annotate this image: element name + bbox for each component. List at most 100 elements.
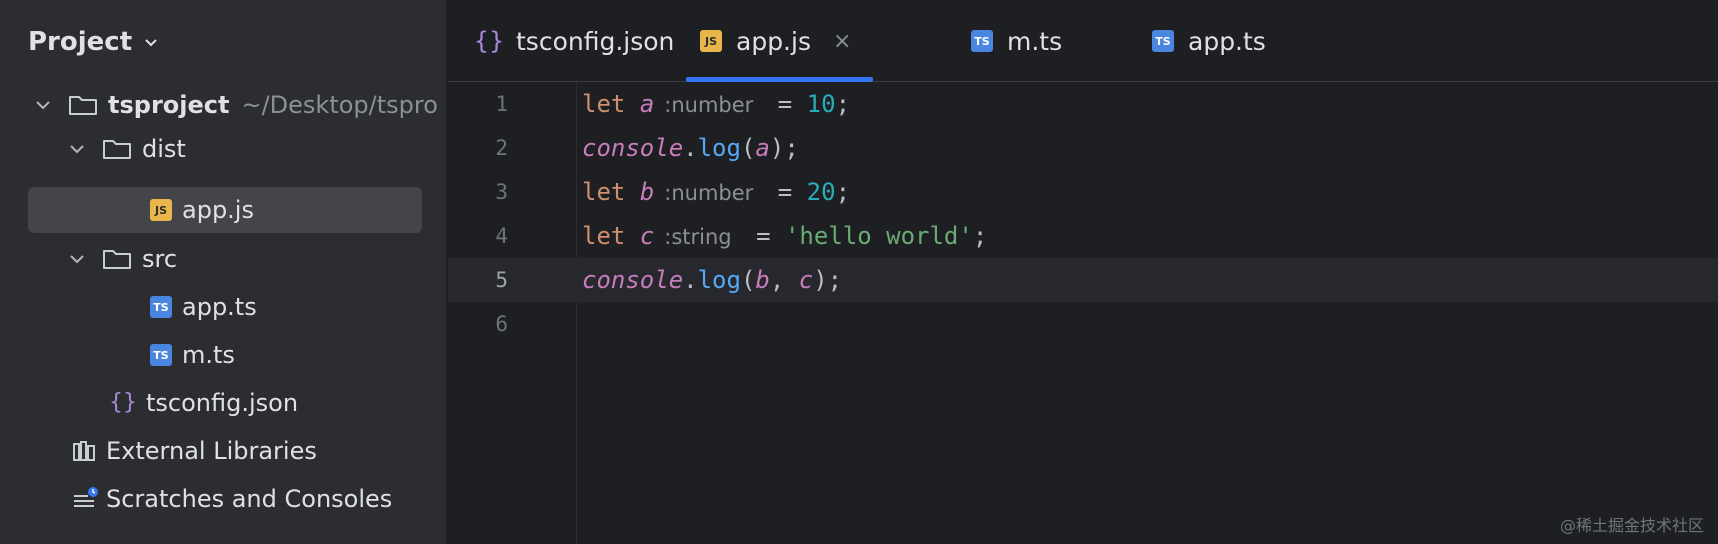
line-number: 2 [495,136,508,160]
keyword-let: let [582,90,626,118]
panel-title: Project [28,27,133,57]
tree-item-label: Scratches and Consoles [106,485,393,513]
chevron-down-icon[interactable] [66,248,88,270]
tab-app-ts[interactable]: TS app.ts [1152,0,1266,82]
tree-item-scratches[interactable]: Scratches and Consoles [0,477,447,521]
code-area[interactable]: 1 let a:number = 10; 2 console.log(a); 3… [448,82,1718,544]
line-number: 4 [495,224,508,248]
code-line[interactable]: 4 let c :string = 'hello world'; [448,214,1718,258]
identifier: b [639,178,655,206]
code-text: let b :number = 20; [582,170,850,214]
editor-tab-bar: {} tsconfig.json JS app.js × TS m.ts TS … [448,0,1718,82]
function-call: log [697,266,741,294]
tree-item-label: dist [142,135,186,163]
number-literal: 10 [806,90,836,118]
folder-icon [103,250,131,269]
tree-item-label: app.ts [182,293,257,321]
tree-item-tsconfig[interactable]: {} tsconfig.json [0,381,447,425]
code-line[interactable]: 1 let a :number = 10; [448,82,1718,126]
identifier: b [755,266,770,294]
tab-label: m.ts [1007,26,1063,56]
tree-item-label: tsproject [108,91,230,119]
js-file-icon: JS [150,199,172,221]
chevron-down-icon[interactable] [66,138,88,160]
keyword-let: let [582,222,626,250]
line-number: 5 [495,268,508,292]
tree-item-app-ts[interactable]: TS app.ts [0,285,447,329]
type-hint: :number [664,181,754,205]
object-console: console [582,134,684,162]
operator: = [763,178,807,206]
tree-item-label: tsconfig.json [146,389,299,417]
punctuation: , [769,266,799,294]
type-hint: :number [664,93,754,117]
number-literal: 20 [806,178,836,206]
tree-item-tsproject[interactable]: tsproject ~/Desktop/tspro [0,83,447,127]
operator: = [741,222,785,250]
tree-item-label: src [142,245,178,273]
tree-item-m-ts[interactable]: TS m.ts [0,333,447,377]
tree-item-app-js[interactable]: JS app.js [0,187,447,233]
tab-app-js[interactable]: JS app.js × [686,0,874,82]
code-line[interactable]: 3 let b :number = 20; [448,170,1718,214]
line-number: 1 [495,92,508,116]
identifier: a [639,90,655,118]
watermark-text: @稀土掘金技术社区 [1559,516,1704,535]
code-line[interactable]: 2 console.log(a); [448,126,1718,170]
tree-item-external-libraries[interactable]: External Libraries [0,429,447,473]
line-number: 6 [495,312,508,336]
folder-icon [103,140,131,159]
tree-item-src[interactable]: src [0,237,447,281]
punctuation: . [683,266,698,294]
punctuation: ); [769,134,799,162]
punctuation: ; [972,222,988,250]
close-icon[interactable]: × [833,29,851,54]
code-text: let c :string = 'hello world'; [582,214,987,258]
ts-file-icon: TS [150,296,172,318]
punctuation: ; [835,178,851,206]
object-console: console [582,266,684,294]
project-view-selector[interactable]: Project [28,22,160,62]
tab-label: app.js [736,26,811,56]
code-line[interactable]: 6 [448,302,1718,346]
line-number: 3 [495,180,508,204]
ts-file-icon: TS [1152,30,1174,52]
tab-tsconfig-json[interactable]: {} tsconfig.json [473,0,675,82]
punctuation: ); [813,266,843,294]
folder-icon [69,96,97,115]
chevron-down-icon [145,39,157,47]
identifier: c [639,222,655,250]
punctuation: ; [835,90,851,118]
js-file-icon: JS [700,30,722,52]
project-panel: Project tsproject ~/Desktop/tspro dist J… [0,0,447,544]
identifier: a [755,134,770,162]
tab-m-ts[interactable]: TS m.ts [971,0,1062,82]
tree-item-label: m.ts [182,341,235,369]
tree-item-label: app.js [182,196,254,224]
punctuation: ( [740,266,756,294]
ts-file-icon: TS [971,30,993,52]
type-hint: :string [664,225,732,249]
code-text: console.log(a); [582,126,799,170]
function-call: log [697,134,741,162]
code-text: console.log(b, c); [582,258,842,302]
tab-label: app.ts [1188,26,1266,56]
punctuation: ( [740,134,756,162]
scratches-icon [74,487,98,507]
operator: = [763,90,807,118]
keyword-let: let [582,178,626,206]
chevron-down-icon[interactable] [32,94,54,116]
editor: {} tsconfig.json JS app.js × TS m.ts TS … [448,0,1718,544]
ts-file-icon: TS [150,344,172,366]
punctuation: . [683,134,698,162]
json-file-icon: {} [109,390,137,415]
library-icon [73,441,95,461]
identifier: c [798,266,814,294]
string-literal: 'hello world' [784,222,973,250]
json-file-icon: {} [473,27,505,55]
code-text: let a :number = 10; [582,82,850,126]
tree-item-dist[interactable]: dist [0,127,447,171]
code-line-current[interactable]: 5 console.log(b, c); [448,258,1718,302]
project-path: ~/Desktop/tspro [241,91,438,119]
tab-label: tsconfig.json [516,26,675,56]
